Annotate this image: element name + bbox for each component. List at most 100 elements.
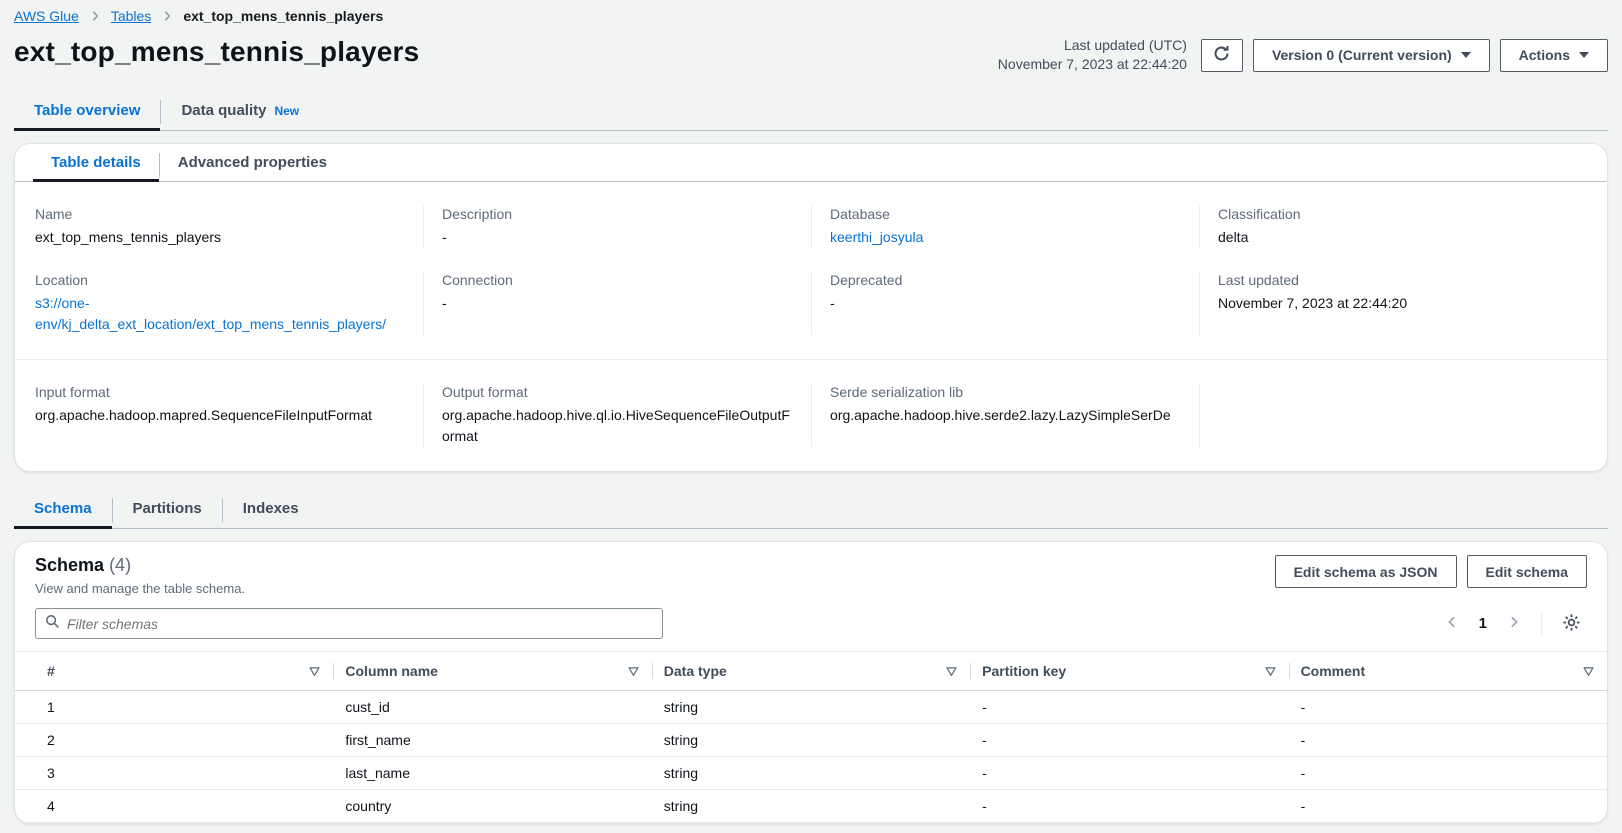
field-serde-lib: Serde serialization lib org.apache.hadoo… (811, 384, 1199, 447)
schema-toolbar: 1 (15, 602, 1607, 651)
tab-label: Data quality (181, 102, 266, 119)
cell-index: 4 (15, 790, 333, 823)
actions-dropdown[interactable]: Actions (1500, 39, 1608, 72)
table-row: 1 cust_id string - - (15, 691, 1607, 724)
field-value: - (442, 293, 791, 314)
tab-table-details[interactable]: Table details (33, 148, 159, 181)
column-filter-icon[interactable] (308, 665, 321, 678)
format-fields: Input format org.apache.hadoop.mapred.Se… (15, 360, 1607, 471)
tab-schema[interactable]: Schema (14, 492, 112, 528)
table-header-row: # Column name Data type (15, 652, 1607, 691)
schema-card: Schema (4) View and manage the table sch… (14, 541, 1608, 824)
field-database: Database keerthi_josyula (811, 206, 1199, 248)
field-label: Input format (35, 384, 403, 400)
table-row: 4 country string - - (15, 790, 1607, 823)
tab-table-overview[interactable]: Table overview (14, 94, 160, 130)
chevron-right-icon (89, 10, 101, 22)
refresh-icon (1213, 45, 1230, 65)
column-filter-icon[interactable] (1582, 665, 1595, 678)
field-input-format: Input format org.apache.hadoop.mapred.Se… (35, 384, 423, 447)
chevron-right-icon (161, 10, 173, 22)
column-header-label: Partition key (982, 663, 1066, 679)
column-header-column-name[interactable]: Column name (333, 652, 651, 691)
button-label: Edit schema (1486, 564, 1568, 580)
field-value: - (830, 293, 1179, 314)
field-label: Deprecated (830, 272, 1179, 288)
schema-count: (4) (109, 555, 131, 575)
database-link[interactable]: keerthi_josyula (830, 227, 1179, 248)
cell-comment: - (1289, 790, 1607, 823)
edit-schema-json-button[interactable]: Edit schema as JSON (1275, 555, 1457, 588)
column-header-label: Data type (664, 663, 727, 679)
cell-comment: - (1289, 757, 1607, 790)
tab-label: Advanced properties (178, 154, 327, 171)
cell-partition-key: - (970, 790, 1288, 823)
column-header-comment[interactable]: Comment (1289, 652, 1607, 691)
column-header-index[interactable]: # (15, 652, 333, 691)
schema-heading-group: Schema (4) View and manage the table sch… (35, 555, 245, 596)
page-number[interactable]: 1 (1471, 615, 1495, 632)
tab-partitions[interactable]: Partitions (113, 492, 222, 528)
field-deprecated: Deprecated - (811, 272, 1199, 335)
field-value: ext_top_mens_tennis_players (35, 227, 403, 248)
tab-label: Table details (51, 154, 141, 171)
field-value: - (442, 227, 791, 248)
field-label: Connection (442, 272, 791, 288)
tab-data-quality[interactable]: Data quality New (161, 94, 319, 130)
pagination: 1 (1439, 609, 1587, 639)
cell-data-type: string (652, 757, 970, 790)
tab-indexes[interactable]: Indexes (223, 492, 319, 528)
next-page-button[interactable] (1501, 611, 1527, 636)
schema-tabs: Schema Partitions Indexes (14, 492, 1608, 529)
field-empty (1199, 384, 1587, 447)
column-header-label: # (47, 663, 55, 679)
field-label: Description (442, 206, 791, 222)
schema-table: # Column name Data type (15, 651, 1607, 823)
field-label: Name (35, 206, 403, 222)
preferences-button[interactable] (1556, 609, 1587, 639)
field-label: Serde serialization lib (830, 384, 1179, 400)
breadcrumb: AWS Glue Tables ext_top_mens_tennis_play… (14, 8, 1608, 24)
field-output-format: Output format org.apache.hadoop.hive.ql.… (423, 384, 811, 447)
refresh-button[interactable] (1201, 39, 1243, 72)
cell-comment: - (1289, 724, 1607, 757)
details-tabs: Table details Advanced properties (15, 144, 1607, 182)
gear-icon (1562, 613, 1581, 635)
field-value: November 7, 2023 at 22:44:20 (1218, 293, 1567, 314)
new-badge: New (274, 104, 299, 118)
column-filter-icon[interactable] (945, 665, 958, 678)
caret-down-icon (1461, 52, 1471, 58)
field-name: Name ext_top_mens_tennis_players (35, 206, 423, 248)
cell-comment: - (1289, 691, 1607, 724)
field-label: Classification (1218, 206, 1567, 222)
cell-column-name: country (333, 790, 651, 823)
filter-schemas-input[interactable] (67, 616, 653, 632)
edit-schema-button[interactable]: Edit schema (1467, 555, 1587, 588)
version-dropdown[interactable]: Version 0 (Current version) (1253, 39, 1490, 72)
cell-partition-key: - (970, 724, 1288, 757)
previous-page-button[interactable] (1439, 611, 1465, 636)
header-actions: Last updated (UTC) November 7, 2023 at 2… (998, 36, 1608, 74)
schema-actions: Edit schema as JSON Edit schema (1275, 555, 1587, 588)
last-updated-value: November 7, 2023 at 22:44:20 (998, 55, 1187, 74)
column-header-data-type[interactable]: Data type (652, 652, 970, 691)
page-title: ext_top_mens_tennis_players (14, 36, 419, 68)
breadcrumb-current: ext_top_mens_tennis_players (183, 8, 383, 24)
location-link[interactable]: s3://one-env/kj_delta_ext_location/ext_t… (35, 293, 403, 335)
column-filter-icon[interactable] (1264, 665, 1277, 678)
field-classification: Classification delta (1199, 206, 1587, 248)
field-label: Output format (442, 384, 791, 400)
tab-advanced-properties[interactable]: Advanced properties (160, 148, 345, 181)
schema-card-header: Schema (4) View and manage the table sch… (15, 542, 1607, 602)
breadcrumb-link-tables[interactable]: Tables (111, 8, 151, 24)
tab-label: Partitions (133, 500, 202, 517)
field-value: org.apache.hadoop.hive.ql.io.HiveSequenc… (442, 405, 791, 447)
table-row: 2 first_name string - - (15, 724, 1607, 757)
field-description: Description - (423, 206, 811, 248)
column-filter-icon[interactable] (627, 665, 640, 678)
breadcrumb-link-aws-glue[interactable]: AWS Glue (14, 8, 79, 24)
field-label: Database (830, 206, 1179, 222)
schema-description: View and manage the table schema. (35, 581, 245, 596)
column-header-partition-key[interactable]: Partition key (970, 652, 1288, 691)
caret-down-icon (1579, 52, 1589, 58)
